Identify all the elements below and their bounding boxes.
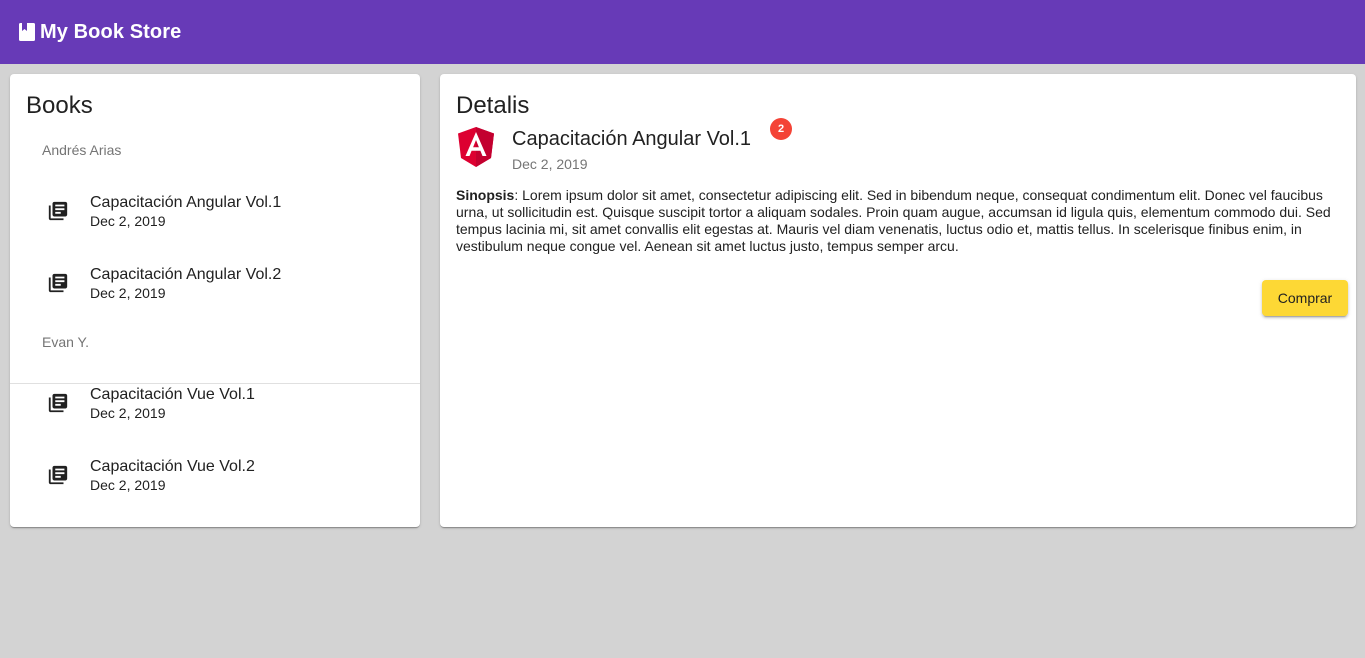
library-books-icon (47, 392, 69, 414)
author-subheader: Andrés Arias (42, 142, 122, 158)
author-subheader: Evan Y. (42, 334, 89, 350)
books-card: Books Andrés Arias Capacitación Angular … (10, 74, 420, 527)
book-date: Dec 2, 2019 (90, 285, 166, 301)
detail-date: Dec 2, 2019 (512, 156, 588, 172)
book-date: Dec 2, 2019 (90, 477, 166, 493)
details-title: Detalis (456, 92, 530, 119)
detail-book-title: Capacitación Angular Vol.1 (512, 128, 752, 150)
main-content: Books Andrés Arias Capacitación Angular … (0, 64, 1365, 658)
list-item[interactable]: Capacitación Angular Vol.1 Dec 2, 2019 (10, 174, 420, 246)
library-books-icon (47, 272, 69, 294)
book-title: Capacitación Vue Vol.1 (90, 386, 255, 403)
books-title: Books (26, 92, 93, 119)
list-item[interactable]: Capacitación Vue Vol.2 Dec 2, 2019 (10, 438, 420, 510)
synopsis: Sinopsis: Lorem ipsum dolor sit amet, co… (456, 187, 1340, 255)
library-books-icon (47, 200, 69, 222)
list-item[interactable]: Capacitación Angular Vol.2 Dec 2, 2019 (10, 246, 420, 318)
synopsis-text: : Lorem ipsum dolor sit amet, consectetu… (456, 187, 1331, 254)
list-item[interactable]: Capacitación Vue Vol.1 Dec 2, 2019 (10, 366, 420, 438)
buy-button[interactable]: Comprar (1262, 280, 1348, 316)
app-toolbar: My Book Store (0, 0, 1365, 64)
angular-logo-icon (456, 126, 496, 168)
synopsis-label: Sinopsis (456, 187, 515, 203)
details-card: Detalis Capacitación Angular Vol.1 2 Dec… (440, 74, 1356, 527)
app-title: My Book Store (40, 20, 182, 43)
book-date: Dec 2, 2019 (90, 213, 166, 229)
detail-header: Capacitación Angular Vol.1 2 Dec 2, 2019 (456, 118, 856, 174)
book-icon (18, 22, 36, 42)
book-title: Capacitación Vue Vol.2 (90, 458, 255, 475)
book-date: Dec 2, 2019 (90, 405, 166, 421)
library-books-icon (47, 464, 69, 486)
book-title: Capacitación Angular Vol.1 (90, 194, 282, 211)
status-badge: 2 (770, 118, 792, 140)
book-title: Capacitación Angular Vol.2 (90, 266, 282, 283)
